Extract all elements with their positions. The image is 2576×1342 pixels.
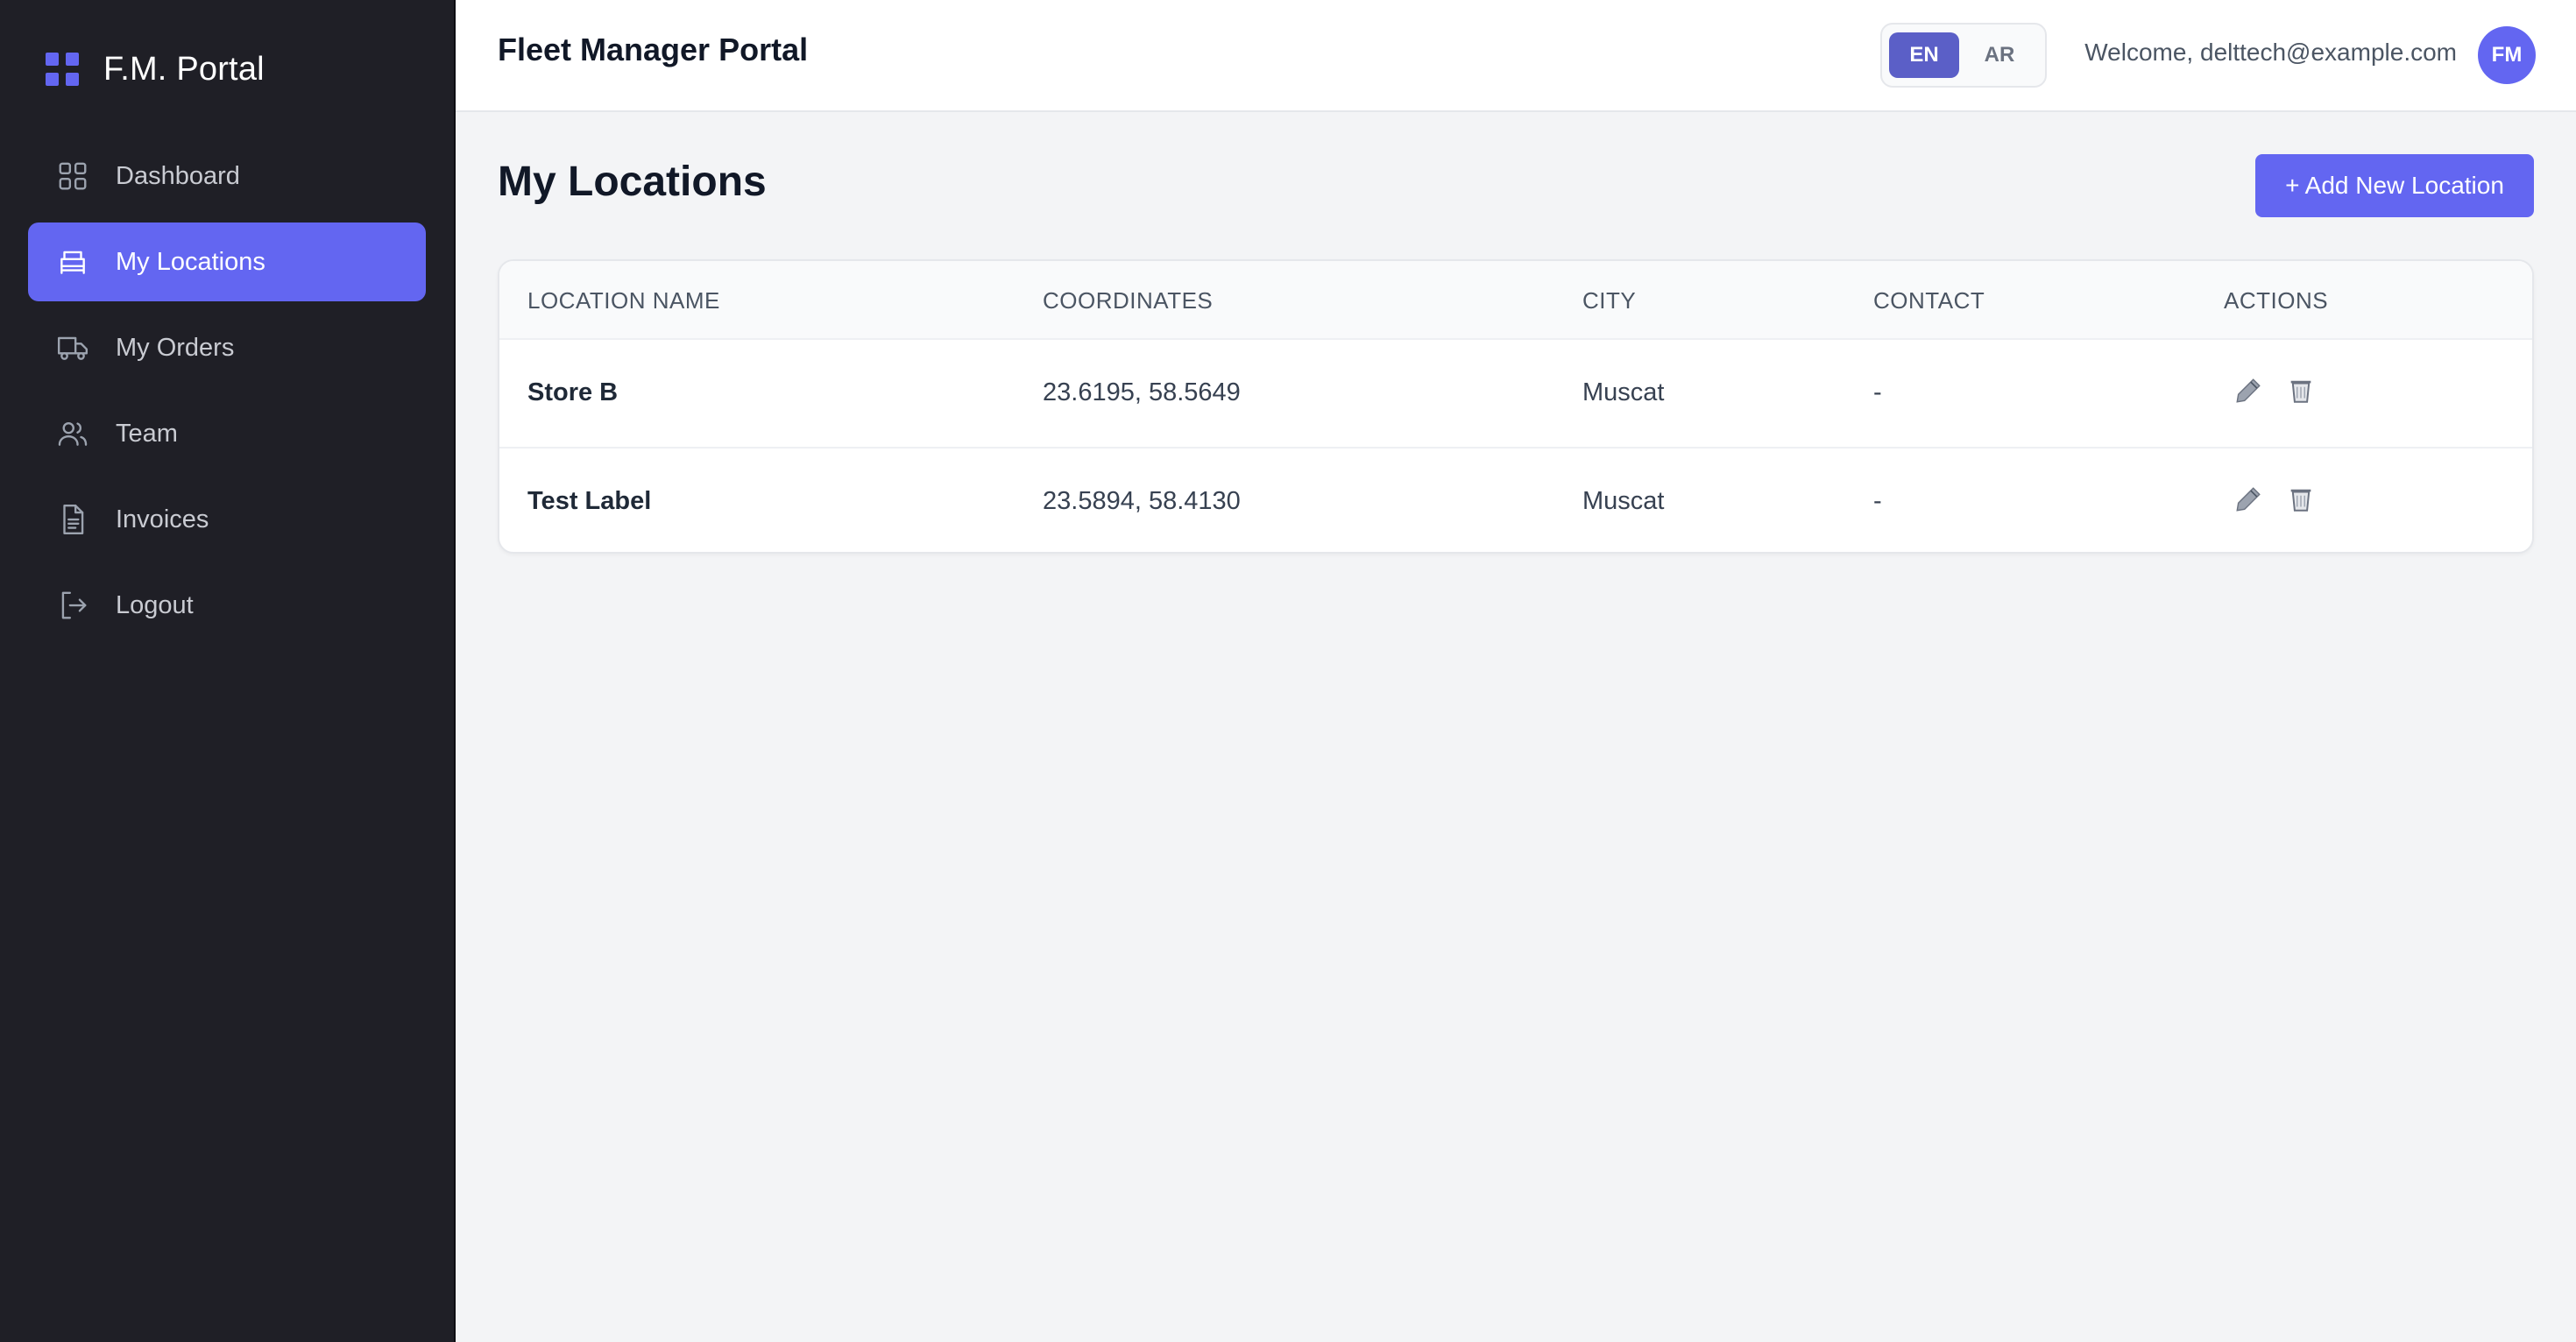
city-cell: Muscat — [1582, 378, 1665, 406]
brand-name: F.M. Portal — [103, 50, 265, 88]
table-row: Store B 23.6195, 58.5649 Muscat - — [499, 338, 2532, 447]
sidebar-item-label: My Locations — [116, 247, 265, 276]
column-header-city: CITY — [1582, 287, 1637, 314]
lang-ar-button[interactable]: AR — [1964, 32, 2035, 78]
locations-table: LOCATION NAME COORDINATES CITY CONTACT A… — [498, 259, 2534, 554]
coordinates-cell: 23.6195, 58.5649 — [1043, 378, 1241, 406]
avatar[interactable]: FM — [2478, 26, 2536, 84]
sidebar-item-my-orders[interactable]: My Orders — [28, 308, 426, 387]
welcome-text: Welcome, delttech@example.com — [2084, 39, 2457, 66]
trash-icon[interactable] — [2283, 482, 2318, 517]
column-header-actions: ACTIONS — [2224, 287, 2329, 314]
brand[interactable]: F.M. Portal — [46, 47, 265, 91]
document-icon — [63, 504, 84, 535]
top-header: Fleet Manager Portal EN AR Welcome, delt… — [456, 0, 2576, 112]
sidebar-nav: Dashboard My Locations My Orders Team In… — [28, 137, 426, 652]
sidebar-item-label: My Orders — [116, 333, 235, 362]
column-header-contact: CONTACT — [1873, 287, 1985, 314]
dashboard-grid-icon — [59, 162, 87, 190]
truck-icon — [57, 336, 88, 360]
sidebar-item-team[interactable]: Team — [28, 394, 426, 473]
sidebar-item-label: Logout — [116, 590, 194, 619]
column-header-coordinates: COORDINATES — [1043, 287, 1214, 314]
add-new-location-button[interactable]: + Add New Location — [2255, 154, 2534, 217]
column-header-location-name: LOCATION NAME — [527, 287, 720, 314]
sidebar: F.M. Portal Dashboard My Locations My Or… — [0, 0, 456, 1342]
trash-icon[interactable] — [2283, 373, 2318, 408]
users-icon — [58, 421, 88, 446]
sidebar-item-dashboard[interactable]: Dashboard — [28, 137, 426, 215]
sidebar-item-logout[interactable]: Logout — [28, 566, 426, 645]
brand-grid-icon — [46, 53, 79, 86]
portal-title: Fleet Manager Portal — [498, 32, 809, 67]
sidebar-item-label: Invoices — [116, 505, 209, 533]
edit-icon[interactable] — [2231, 482, 2266, 517]
city-cell: Muscat — [1582, 487, 1665, 515]
table-header: LOCATION NAME COORDINATES CITY CONTACT A… — [499, 261, 2532, 338]
contact-cell: - — [1873, 487, 1882, 515]
location-name-cell: Test Label — [527, 487, 652, 515]
sidebar-item-label: Team — [116, 419, 178, 448]
lang-en-button[interactable]: EN — [1889, 32, 1959, 78]
edit-icon[interactable] — [2231, 373, 2266, 408]
page-title: My Locations — [498, 159, 767, 205]
sidebar-item-label: Dashboard — [116, 161, 240, 190]
sidebar-item-my-locations[interactable]: My Locations — [28, 222, 426, 301]
language-toggle: EN AR — [1880, 23, 2047, 88]
table-row: Test Label 23.5894, 58.4130 Muscat - — [499, 447, 2532, 552]
logout-icon — [61, 591, 87, 619]
contact-cell: - — [1873, 378, 1882, 406]
store-icon — [60, 251, 85, 274]
coordinates-cell: 23.5894, 58.4130 — [1043, 487, 1241, 515]
location-name-cell: Store B — [527, 378, 619, 406]
sidebar-item-invoices[interactable]: Invoices — [28, 480, 426, 559]
